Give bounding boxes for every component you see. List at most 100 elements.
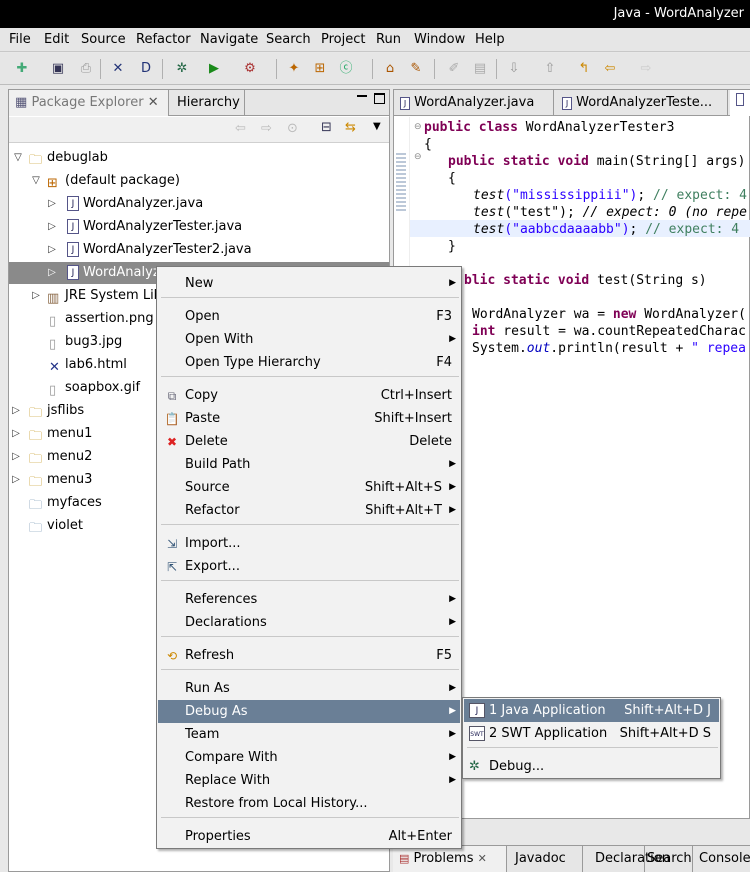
menu-item-references[interactable]: References ▶ [158,588,460,611]
tab-javadoc[interactable]: Javadoc [509,846,583,872]
xml-icon[interactable]: ✕ [108,59,128,79]
collapse-all-icon[interactable]: ⊟ [321,120,332,135]
minimize-icon[interactable] [357,94,367,97]
expand-icon[interactable]: ▽ [13,147,23,169]
tree-item-java-file[interactable]: ▷ J WordAnalyzerTester2.java [9,239,389,261]
dtd-icon[interactable]: D [136,59,156,79]
menu-item-properties[interactable]: Properties Alt+Enter [158,825,460,848]
tab-console[interactable]: Console [693,846,750,872]
menu-item-declarations[interactable]: Declarations ▶ [158,611,460,634]
search-icon[interactable]: ✎ [406,59,426,79]
menu-navigate[interactable]: Navigate [200,32,258,47]
menu-item-open-with[interactable]: Open With ▶ [158,328,460,351]
menu-project[interactable]: Project [321,32,365,47]
menu-item-debug-as[interactable]: Debug As ▶ [158,700,460,723]
collapse-icon[interactable]: ▷ [11,469,21,491]
collapse-icon[interactable]: ▷ [31,285,41,307]
menu-item-refresh[interactable]: ⟲ Refresh F5 [158,644,460,667]
view-menu-icon[interactable]: ▼ [373,121,381,132]
menu-separator [161,817,459,818]
menu-refactor[interactable]: Refactor [136,32,191,47]
menu-item-delete[interactable]: ✖ Delete Delete [158,430,460,453]
new-icon[interactable]: ✚ [12,59,32,79]
debug-icon[interactable]: ✲ [172,59,192,79]
tab-hierarchy[interactable]: Hierarchy [171,90,245,116]
new-java-project-icon[interactable]: ✦ [284,59,304,79]
menu-run[interactable]: Run [376,32,401,47]
menu-item-copy[interactable]: ⧉ Copy Ctrl+Insert [158,384,460,407]
collapse-icon[interactable]: ▷ [47,239,57,261]
up-icon[interactable]: ⊙ [287,121,298,136]
collapse-icon[interactable]: ▷ [11,446,21,468]
forward-icon[interactable]: ⇨ [636,59,656,79]
fold-icon[interactable]: ⊖ [414,122,422,132]
change-marker [396,151,406,211]
menu-item-team[interactable]: Team ▶ [158,723,460,746]
previous-annotation-icon[interactable]: ⇧ [540,59,560,79]
new-class-icon[interactable]: ⓒ [336,59,356,79]
menu-item-open[interactable]: Open F3 [158,305,460,328]
menu-item-compare-with[interactable]: Compare With ▶ [158,746,460,769]
menu-item-new[interactable]: New ▶ [158,272,460,295]
forward-icon[interactable]: ⇨ [261,121,272,136]
close-icon[interactable]: ✕ [148,95,159,110]
link-with-editor-icon[interactable]: ⇆ [345,120,356,135]
menu-item-import[interactable]: ⇲ Import... [158,532,460,555]
menu-help[interactable]: Help [475,32,505,47]
tree-item-debuglab[interactable]: ▽ 🗀 debuglab [9,147,389,169]
tab-active-editor[interactable] [730,90,750,116]
tab-search[interactable]: Search [641,846,693,872]
menu-item-restore-local-history[interactable]: Restore from Local History... [158,792,460,815]
menu-item-debug-dialog[interactable]: ✲ Debug... [464,755,719,778]
menu-item-debug-swt-application[interactable]: SWT 2 SWT Application Shift+Alt+D S [464,722,719,745]
menu-search[interactable]: Search [266,32,311,47]
menu-edit[interactable]: Edit [44,32,69,47]
tree-item-java-file[interactable]: ▷ J WordAnalyzerTester.java [9,216,389,238]
tab-declaration[interactable]: Declaration [585,846,670,872]
run-icon[interactable]: ▶ [204,59,224,79]
expand-icon[interactable]: ▽ [31,170,41,192]
tab-wordanalyzertester-java[interactable]: J WordAnalyzerTeste... [556,90,728,116]
menu-item-replace-with[interactable]: Replace With ▶ [158,769,460,792]
back-icon[interactable]: ⇦ [235,121,246,136]
collapse-icon[interactable]: ▷ [47,262,57,284]
toolbar-separator [372,59,373,79]
menu-source[interactable]: Source [81,32,126,47]
next-annotation-icon[interactable]: ⇩ [504,59,524,79]
menu-item-run-as[interactable]: Run As ▶ [158,677,460,700]
menu-separator [161,376,459,377]
close-icon[interactable]: ✕ [478,852,487,865]
last-edit-location-icon[interactable]: ↰ [574,59,594,79]
save-icon[interactable]: ▣ [48,59,68,79]
pin-icon[interactable]: ✐ [444,59,464,79]
new-package-icon[interactable]: ⊞ [310,59,330,79]
tab-wordanalyzer-java[interactable]: J WordAnalyzer.java [394,90,554,116]
menu-separator [161,524,459,525]
toggle-mark-icon[interactable]: ▤ [470,59,490,79]
external-tools-icon[interactable]: ⚙ [240,59,260,79]
tree-item-java-file[interactable]: ▷ J WordAnalyzer.java [9,193,389,215]
menu-item-refactor[interactable]: Refactor Shift+Alt+T ▶ [158,499,460,522]
code-string: ("aabbcdaaaabb") [504,222,630,237]
menu-item-paste[interactable]: 📋 Paste Shift+Insert [158,407,460,430]
menu-item-build-path[interactable]: Build Path ▶ [158,453,460,476]
tab-package-explorer[interactable]: ▦ Package Explorer ✕ [9,90,169,116]
back-icon[interactable]: ⇦ [600,59,620,79]
menu-item-source[interactable]: Source Shift+Alt+S ▶ [158,476,460,499]
menu-window[interactable]: Window [414,32,465,47]
fold-icon[interactable]: ⊖ [414,152,422,162]
menu-item-open-type-hierarchy[interactable]: Open Type Hierarchy F4 [158,351,460,374]
collapse-icon[interactable]: ▷ [47,216,57,238]
print-icon[interactable]: ⎙ [76,59,96,79]
collapse-icon[interactable]: ▷ [11,400,21,422]
tab-problems[interactable]: ▤ Problems ✕ [393,846,507,872]
open-type-icon[interactable]: ⌂ [380,59,400,79]
menu-item-export[interactable]: ⇱ Export... [158,555,460,578]
collapse-icon[interactable]: ▷ [11,423,21,445]
menu-file[interactable]: File [9,32,31,47]
maximize-icon[interactable] [374,93,385,104]
menu-item-label: Export... [185,559,240,574]
tree-item-default-package[interactable]: ▽ ⊞ (default package) [9,170,389,192]
collapse-icon[interactable]: ▷ [47,193,57,215]
menu-item-debug-java-application[interactable]: J 1 Java Application Shift+Alt+D J [464,699,719,722]
